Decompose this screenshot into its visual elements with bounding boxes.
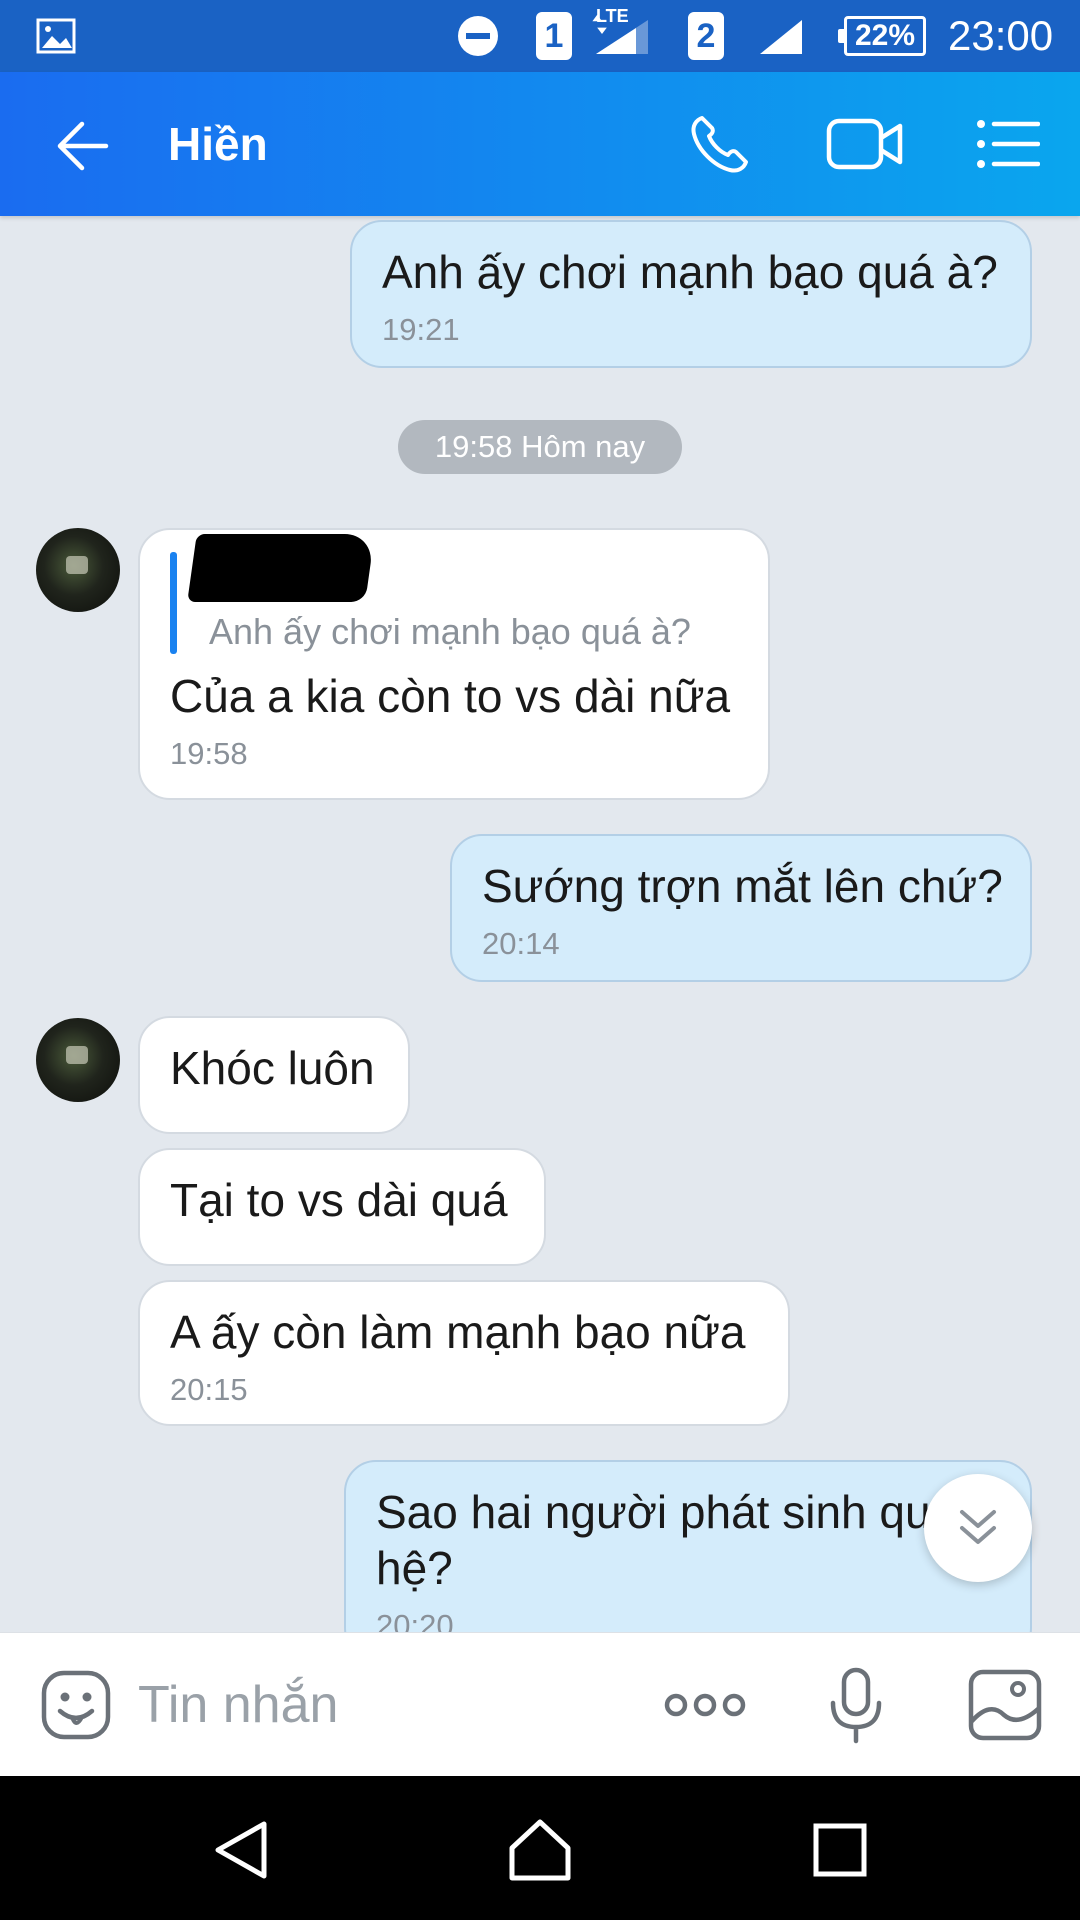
video-call-icon[interactable] xyxy=(826,116,904,172)
more-dots-icon[interactable] xyxy=(664,1687,746,1723)
message-bubble-outgoing[interactable]: Sướng trợn mắt lên chứ? 20:14 xyxy=(450,834,1032,982)
quote-text: Anh ấy chơi mạnh bạo quá à? xyxy=(209,611,691,652)
back-triangle-icon[interactable] xyxy=(208,1816,276,1884)
signal-icon xyxy=(592,0,652,72)
do-not-disturb-icon xyxy=(456,0,500,72)
recents-square-icon[interactable] xyxy=(806,1816,874,1884)
chat-header: Hiền xyxy=(0,72,1080,216)
clock: 23:00 xyxy=(948,12,1054,59)
system-navigation-bar xyxy=(0,1776,1080,1920)
sticker-icon[interactable] xyxy=(40,1669,112,1741)
battery-icon: 22% xyxy=(838,0,926,72)
message-text: Khóc luôn xyxy=(170,1042,375,1094)
back-arrow-icon[interactable] xyxy=(52,116,112,176)
quote-accent-bar xyxy=(170,552,177,654)
message-bubble-incoming[interactable]: A ấy còn làm mạnh bạo nữa 20:15 xyxy=(138,1280,790,1426)
message-text: Tại to vs dài quá xyxy=(170,1174,508,1226)
message-text-line: hệ? xyxy=(376,1542,453,1594)
message-bubble-outgoing[interactable]: Anh ấy chơi mạnh bạo quá à? 19:21 xyxy=(350,220,1032,368)
redaction-mark xyxy=(187,534,375,602)
avatar[interactable] xyxy=(36,528,120,612)
battery-level: 22% xyxy=(838,16,926,56)
home-icon[interactable] xyxy=(506,1816,574,1884)
message-bubble-incoming[interactable]: Khóc luôn xyxy=(138,1016,410,1134)
message-text: Sướng trợn mắt lên chứ? xyxy=(482,860,1003,912)
microphone-icon[interactable] xyxy=(828,1667,884,1745)
message-text: Của a kia còn to vs dài nữa xyxy=(170,670,731,722)
phone-icon[interactable] xyxy=(688,112,752,176)
message-text: A ấy còn làm mạnh bạo nữa xyxy=(170,1306,746,1358)
message-time: 19:21 xyxy=(382,312,460,347)
message-text-line: Sao hai người phát sinh qu xyxy=(376,1486,931,1538)
date-separator: 19:58 Hôm nay xyxy=(398,420,682,474)
chevron-double-down-icon xyxy=(960,1510,996,1544)
message-time: 20:15 xyxy=(170,1372,248,1407)
message-time: 20:14 xyxy=(482,926,560,961)
signal-icon xyxy=(756,0,806,72)
menu-list-icon[interactable] xyxy=(976,118,1041,170)
sim2-label: 2 xyxy=(688,12,724,60)
sim1-icon: 1 xyxy=(536,0,572,72)
message-bubble-incoming[interactable]: Tại to vs dài quá xyxy=(138,1148,546,1266)
sim1-label: 1 xyxy=(536,12,572,60)
contact-name[interactable]: Hiền xyxy=(168,116,268,172)
scroll-to-bottom-button[interactable] xyxy=(924,1474,1032,1582)
avatar[interactable] xyxy=(36,1018,120,1102)
gallery-notification-icon xyxy=(36,0,76,72)
message-bubble-outgoing[interactable]: Sao hai người phát sinh qu hệ? 20:20 xyxy=(344,1460,1032,1660)
message-input[interactable] xyxy=(138,1673,598,1737)
message-time: 19:58 xyxy=(170,736,248,771)
status-bar: 1 LTE 2 22% 23:00 xyxy=(0,0,1080,72)
sim2-icon: 2 xyxy=(688,0,724,72)
message-composer xyxy=(0,1632,1080,1776)
image-icon[interactable] xyxy=(968,1669,1042,1741)
message-text: Anh ấy chơi mạnh bạo quá à? xyxy=(382,246,998,298)
